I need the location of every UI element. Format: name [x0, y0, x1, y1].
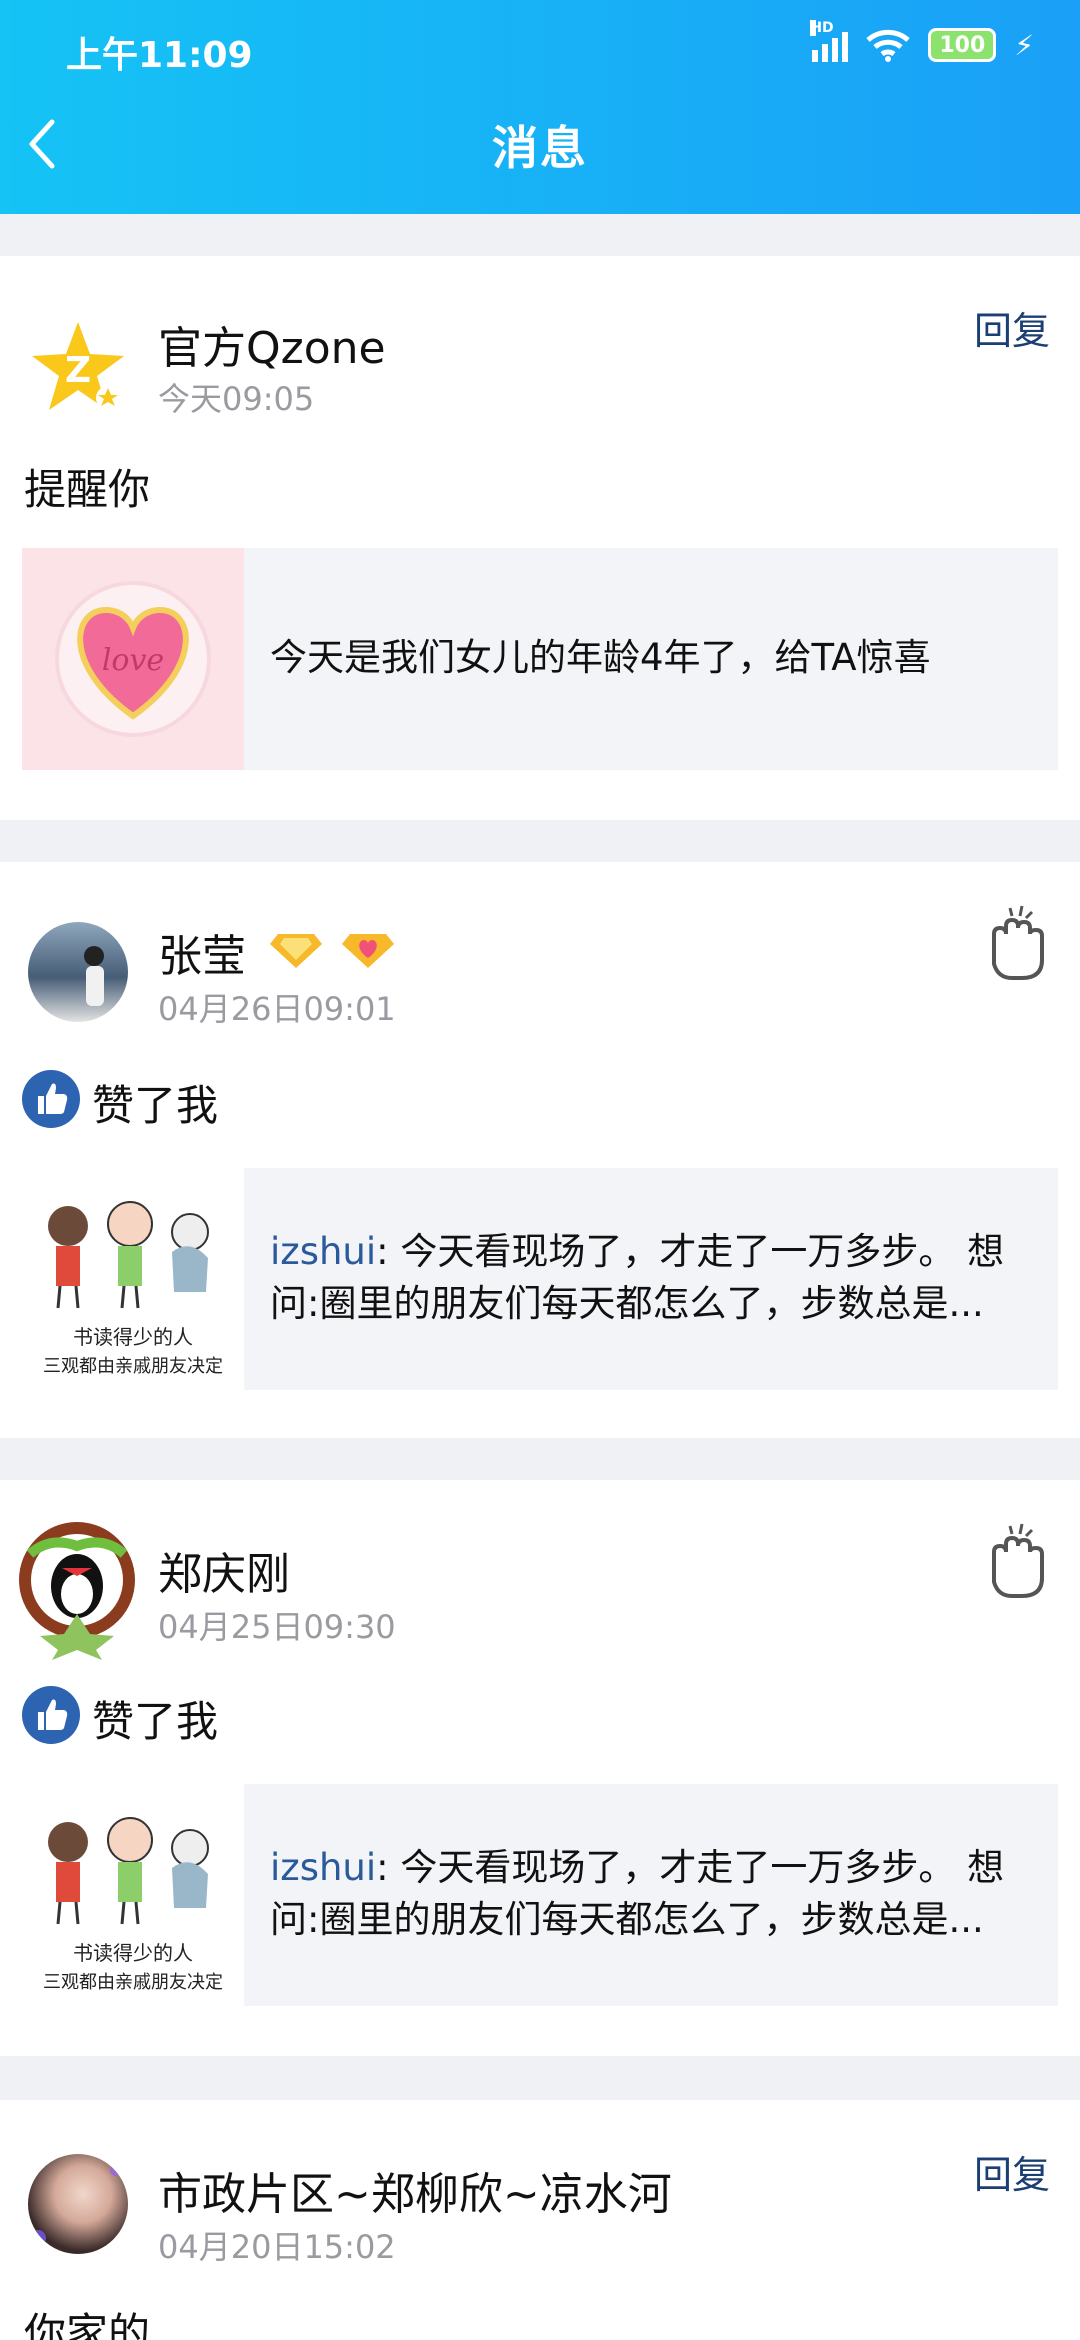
avatar — [28, 2154, 128, 2254]
page-title: 消息 — [492, 121, 588, 175]
thumbs-up-icon — [22, 1686, 80, 1744]
svg-text:Z: Z — [65, 350, 91, 391]
quoted-content[interactable]: 书读得少的人 三观都由亲戚朋友决定 izshui: 今天看现场了，才走了一万多步… — [22, 1784, 1058, 2006]
app-header: 上午11:09 HD 100 ⚡ 消息 — [0, 0, 1080, 214]
wave-hand-icon[interactable] — [980, 1522, 1050, 1602]
status-time: 上午11:09 — [66, 35, 253, 76]
network-label: HD — [810, 20, 834, 36]
message-card[interactable]: Z 官方Qzone 今天09:05 回复 提醒你 love 今天是我们女儿的年龄… — [0, 256, 1080, 820]
reply-button[interactable]: 回复 — [974, 300, 1050, 355]
quoted-content[interactable]: 书读得少的人 三观都由亲戚朋友决定 izshui: 今天看现场了，才走了一万多步… — [22, 1168, 1058, 1390]
like-label: 赞了我 — [92, 1081, 219, 1130]
wifi-icon — [866, 28, 910, 62]
sender-name: 张莹 — [158, 931, 246, 982]
thumbs-up-icon — [22, 1070, 80, 1128]
message-time: 04月20日15:02 — [158, 2228, 396, 2266]
qzone-logo-icon: Z — [28, 318, 128, 418]
battery-indicator: 100 — [928, 28, 997, 62]
charging-icon: ⚡ — [1014, 28, 1034, 62]
heart-diamond-badge-icon — [342, 934, 394, 968]
reply-button[interactable]: 回复 — [974, 2144, 1050, 2199]
quoted-text: izshui: 今天看现场了，才走了一万多步。 想问:圈里的朋友们每天都怎么了，… — [270, 1842, 1028, 1946]
avatar — [28, 922, 128, 1022]
message-card[interactable]: 张莹 04月26日09:01 赞了我 书读得少的人 三观都由亲戚朋友决定 izs… — [0, 862, 1080, 1438]
wave-hand-icon[interactable] — [980, 904, 1050, 984]
svg-text:书读得少的人: 书读得少的人 — [73, 1325, 193, 1349]
quoted-text: izshui: 今天看现场了，才走了一万多步。 想问:圈里的朋友们每天都怎么了，… — [270, 1226, 1028, 1330]
svg-text:三观都由亲戚朋友决定: 三观都由亲戚朋友决定 — [43, 1972, 223, 1993]
svg-text:love: love — [102, 643, 164, 678]
love-heart-image: love — [22, 548, 244, 770]
diamond-badge-icon — [270, 934, 322, 968]
quoted-text: 今天是我们女儿的年龄4年了，给TA惊喜 — [270, 636, 931, 679]
cartoon-image: 书读得少的人 三观都由亲戚朋友决定 — [22, 1168, 244, 1390]
quoted-content[interactable]: love 今天是我们女儿的年龄4年了，给TA惊喜 — [22, 548, 1058, 770]
quoted-user[interactable]: izshui — [270, 1846, 376, 1889]
message-time: 04月26日09:01 — [158, 990, 396, 1028]
message-time: 04月25日09:30 — [158, 1608, 396, 1646]
like-label: 赞了我 — [92, 1697, 219, 1746]
signal-icon: HD — [810, 20, 849, 62]
svg-text:三观都由亲戚朋友决定: 三观都由亲戚朋友决定 — [43, 1356, 223, 1377]
sender-name: 市政片区~郑柳欣~凉水河 — [158, 2169, 672, 2220]
sender-name: 官方Qzone — [158, 323, 386, 374]
message-card[interactable]: 郑庆刚 04月25日09:30 赞了我 书读得少的人 三观都由亲戚朋友决定 iz… — [0, 1480, 1080, 2056]
status-icons: HD 100 ⚡ — [810, 20, 1034, 62]
quoted-user[interactable]: izshui — [270, 1230, 376, 1273]
svg-text:书读得少的人: 书读得少的人 — [73, 1941, 193, 1965]
message-text: 提醒你 — [24, 465, 151, 514]
sender-name: 郑庆刚 — [158, 1549, 290, 1600]
message-time: 今天09:05 — [158, 380, 315, 418]
message-card[interactable]: 市政片区~郑柳欣~凉水河 04月20日15:02 回复 你家的 — [0, 2100, 1080, 2340]
quoted-body: : 今天看现场了，才走了一万多步。 想问:圈里的朋友们每天都怎么了，步数总是..… — [270, 1230, 1005, 1325]
cartoon-image: 书读得少的人 三观都由亲戚朋友决定 — [22, 1784, 244, 2006]
avatar — [10, 1514, 144, 1660]
message-text: 你家的 — [24, 2309, 151, 2340]
quoted-body: : 今天看现场了，才走了一万多步。 想问:圈里的朋友们每天都怎么了，步数总是..… — [270, 1846, 1005, 1941]
